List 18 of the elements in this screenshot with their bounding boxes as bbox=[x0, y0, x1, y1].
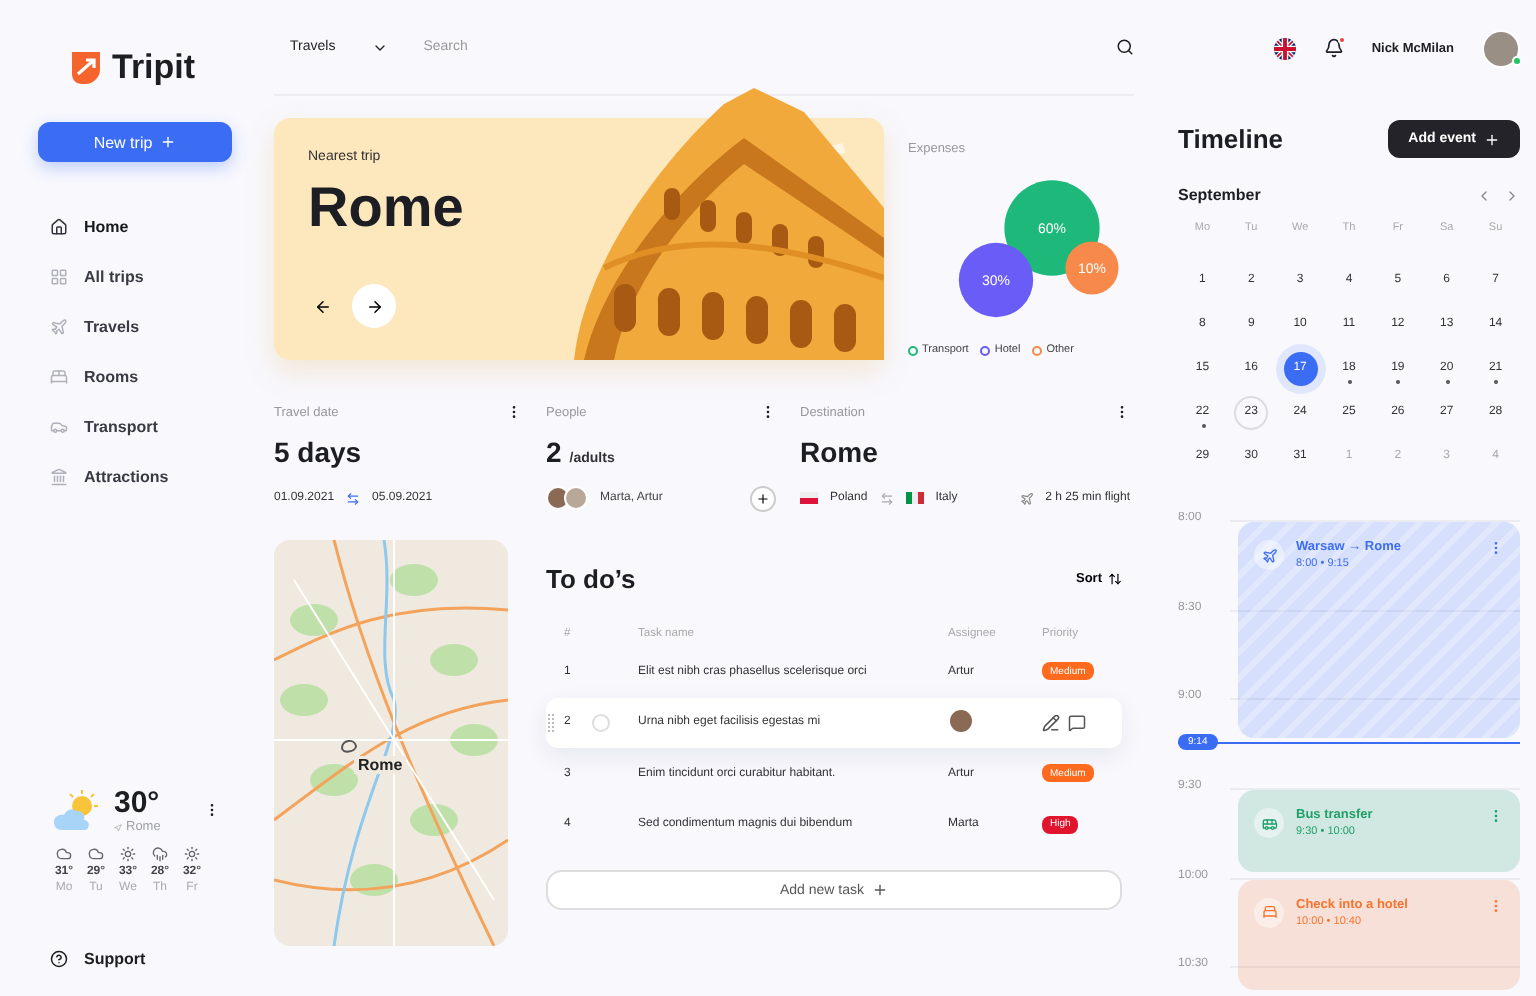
todo-title: To do’s bbox=[546, 564, 636, 594]
hero-title: Rome bbox=[308, 176, 466, 240]
support-link[interactable]: Support bbox=[38, 950, 232, 968]
nav-item[interactable]: Rooms bbox=[50, 360, 232, 392]
destination-value: Rome bbox=[800, 436, 880, 468]
people-count: 2 bbox=[546, 436, 562, 468]
logo-text: Tripit bbox=[112, 48, 196, 88]
nav-item[interactable]: Transport bbox=[50, 410, 232, 442]
month-label: September bbox=[1178, 186, 1261, 204]
timeline-title: Timeline bbox=[1178, 124, 1284, 154]
map-label: Rome bbox=[354, 756, 407, 774]
new-trip-button[interactable]: New trip bbox=[38, 122, 232, 162]
nav-item[interactable]: Home bbox=[50, 210, 232, 242]
temperature: 30° bbox=[114, 786, 161, 820]
nav-item[interactable]: Attractions bbox=[50, 460, 232, 492]
duration-value: 5 days bbox=[274, 436, 364, 468]
nav-item[interactable]: All trips bbox=[50, 260, 232, 292]
nav-item[interactable]: Travels bbox=[50, 310, 232, 342]
